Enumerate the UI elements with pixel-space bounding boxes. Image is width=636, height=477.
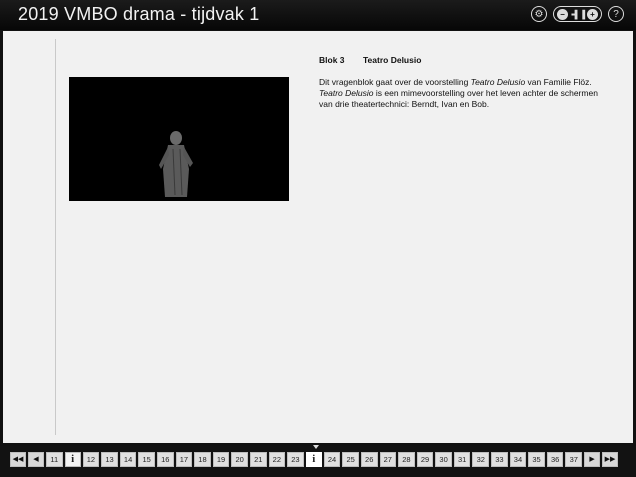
page-button[interactable]: 23 [287, 452, 304, 467]
paragraph-title-italic: Teatro Delusio [319, 88, 374, 98]
paragraph-text: Dit vragenblok gaat over de voorstelling [319, 77, 471, 87]
intro-paragraph: Dit vragenblok gaat over de voorstelling… [319, 77, 604, 110]
block-title: Teatro Delusio [363, 55, 422, 65]
previous-page-button[interactable]: ◀ [28, 452, 44, 467]
volume-control[interactable]: − ▪▪▌▐ + [552, 6, 602, 22]
page-button[interactable]: 26 [360, 452, 378, 467]
last-page-button[interactable]: ▶▶ [602, 452, 619, 467]
current-info-page-button[interactable]: i [305, 452, 322, 467]
current-position-marker [313, 445, 319, 449]
block-heading: Blok 3 Teatro Delusio [319, 55, 604, 66]
page-button[interactable]: 37 [565, 452, 583, 467]
page-button[interactable]: 33 [491, 452, 508, 467]
page-button[interactable]: 27 [379, 452, 397, 467]
block-label: Blok 3 [319, 55, 345, 65]
intro-text: Blok 3 Teatro Delusio Dit vragenblok gaat… [319, 55, 604, 110]
page-button[interactable]: 14 [119, 452, 137, 467]
app-title: 2019 VMBO drama - tijdvak 1 [18, 4, 260, 24]
volume-level-icon: ▪▪▌▐ [570, 9, 585, 19]
page-button[interactable]: 34 [509, 452, 527, 467]
video-player[interactable] [69, 77, 289, 201]
paragraph-text: van Familie Flöz. [525, 77, 592, 87]
page-button[interactable]: 20 [231, 452, 248, 467]
help-icon[interactable]: ? [608, 6, 624, 22]
page-button[interactable]: 19 [212, 452, 230, 467]
page-button[interactable]: 29 [416, 452, 434, 467]
page-button[interactable]: 35 [528, 452, 545, 467]
page-button[interactable]: 24 [323, 452, 341, 467]
divider [55, 39, 56, 435]
paragraph-title-italic: Teatro Delusio [470, 77, 526, 87]
page-button[interactable]: 22 [268, 452, 286, 467]
page-button[interactable]: 18 [194, 452, 211, 467]
page-button[interactable]: 36 [546, 452, 564, 467]
toolbar-icons: ⚙ − ▪▪▌▐ + ? [530, 6, 624, 22]
first-page-button[interactable]: ◀◀ [10, 452, 26, 467]
page-button[interactable]: 21 [249, 452, 267, 467]
page-buttons-a: 12 13 14 15 16 17 18 19 20 21 22 23 [82, 452, 304, 467]
page-buttons-b: 24 25 26 27 28 29 30 31 32 33 34 35 36 37 [323, 452, 583, 467]
page-button[interactable]: 17 [175, 452, 193, 467]
page-button[interactable]: 32 [472, 452, 490, 467]
page-button[interactable]: 28 [398, 452, 415, 467]
page-button[interactable]: 25 [342, 452, 359, 467]
page-button[interactable]: 13 [101, 452, 118, 467]
page-button[interactable]: 11 [46, 452, 63, 467]
page-button[interactable]: 12 [82, 452, 100, 467]
volume-down-icon[interactable]: − [556, 8, 568, 20]
title-bar: 2019 VMBO drama - tijdvak 1 ⚙ − ▪▪▌▐ + ? [0, 0, 636, 30]
next-page-button[interactable]: ▶ [584, 452, 601, 467]
content-area: Blok 3 Teatro Delusio Dit vragenblok gaat… [3, 31, 633, 443]
page-navigation: ◀◀ ◀ 11 i 12 13 14 15 16 17 18 19 20 21 22 23 i 24 2… [10, 452, 619, 467]
page-button[interactable]: 30 [435, 452, 452, 467]
page-button[interactable]: 31 [453, 452, 471, 467]
page-button[interactable]: 15 [138, 452, 155, 467]
performer-figure [159, 131, 193, 197]
info-page-button[interactable]: i [64, 452, 81, 467]
volume-up-icon[interactable]: + [587, 8, 598, 20]
page-button[interactable]: 16 [156, 452, 174, 467]
settings-icon[interactable]: ⚙ [530, 6, 547, 22]
